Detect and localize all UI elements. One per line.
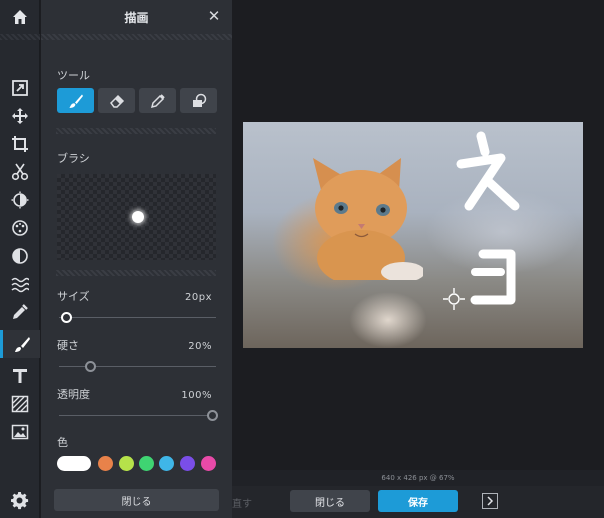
brush-label: ブラシ: [57, 152, 90, 165]
close-icon: ✕: [207, 7, 221, 25]
brush-strokes: [456, 131, 520, 305]
hardness-value: 20%: [188, 341, 212, 352]
pen-icon: [150, 93, 165, 108]
crop-tool[interactable]: [0, 130, 40, 158]
filter-icon: [12, 220, 28, 236]
brush-tool[interactable]: [0, 330, 40, 358]
dropper-icon: [13, 304, 28, 319]
hardness-slider-knob[interactable]: [84, 361, 96, 372]
section-divider: [56, 128, 216, 134]
cut-icon: [11, 163, 29, 181]
redo-button[interactable]: 直す: [232, 495, 252, 510]
close-button[interactable]: 閉じる: [290, 490, 370, 512]
hardness-label: 硬さ: [57, 339, 79, 352]
status-bar: 640 x 426 px @ 67%: [232, 470, 604, 486]
export-tool[interactable]: [0, 74, 40, 102]
gear-icon: [11, 492, 29, 510]
rail-divider: [0, 34, 40, 40]
move-tool[interactable]: [0, 102, 40, 130]
toggle-panel-button[interactable]: [482, 493, 498, 509]
size-slider-track[interactable]: [59, 317, 216, 318]
pen-button[interactable]: [139, 88, 176, 113]
panel-title: 描画: [124, 10, 149, 25]
settings-button[interactable]: [0, 484, 40, 518]
color-swatch[interactable]: [119, 456, 134, 471]
adjust-icon: [11, 191, 29, 209]
opacity-value: 100%: [181, 390, 212, 401]
panel-close-button[interactable]: ✕: [206, 7, 222, 25]
text-tool[interactable]: [0, 362, 40, 390]
brush-icon: [69, 94, 83, 108]
opacity-slider-track[interactable]: [59, 415, 216, 416]
image-dimensions: 640 x 426 px @ 67%: [381, 474, 455, 482]
texture-tool[interactable]: [0, 390, 40, 418]
move-icon: [12, 108, 28, 124]
panel-divider: [41, 34, 232, 40]
home-button[interactable]: [0, 0, 40, 34]
wave-icon: [11, 277, 29, 293]
cut-tool[interactable]: [0, 158, 40, 186]
brush-preview-dot: [132, 211, 144, 223]
kitten-photo[interactable]: ネコ: [243, 122, 583, 348]
filter-tool[interactable]: [0, 214, 40, 242]
image-icon: [11, 424, 29, 440]
save-button[interactable]: 保存: [378, 490, 458, 512]
photo-editor: 描画 ✕ ツール ブラシ サイズ 20px 硬さ 20% 透明度 100% 色 …: [0, 0, 604, 518]
dropper-tool[interactable]: [0, 298, 40, 326]
crosshair-cursor-icon: [443, 288, 465, 310]
hardness-slider-track[interactable]: [59, 366, 216, 367]
size-value: 20px: [185, 292, 212, 303]
texture-icon: [11, 395, 29, 413]
canvas-area: ネコ: [232, 0, 604, 470]
tools-label: ツール: [57, 69, 90, 82]
vignette-icon: [12, 248, 28, 264]
text-icon: [13, 369, 27, 383]
shape-icon: [192, 93, 206, 107]
export-icon: [12, 80, 28, 96]
size-label: サイズ: [57, 290, 90, 303]
chevron-right-icon: [487, 496, 494, 506]
adjust-tool[interactable]: [0, 186, 40, 214]
color-swatch[interactable]: [57, 456, 91, 471]
color-swatch[interactable]: [159, 456, 174, 471]
brush-button[interactable]: [57, 88, 94, 113]
crop-icon: [12, 136, 28, 152]
size-slider-knob[interactable]: [61, 312, 73, 323]
color-label: 色: [57, 436, 68, 449]
opacity-slider-knob[interactable]: [206, 410, 218, 421]
wave-tool[interactable]: [0, 270, 40, 298]
home-icon: [13, 10, 27, 24]
section-divider: [56, 270, 216, 276]
brush-icon: [14, 337, 30, 352]
eraser-button[interactable]: [98, 88, 135, 113]
opacity-label: 透明度: [57, 388, 90, 401]
color-swatch[interactable]: [201, 456, 216, 471]
color-swatch[interactable]: [180, 456, 195, 471]
image-tool[interactable]: [0, 418, 40, 446]
eraser-icon: [109, 94, 124, 108]
tool-rail: [0, 0, 40, 518]
color-swatch[interactable]: [139, 456, 154, 471]
panel-close-footer-button[interactable]: 閉じる: [54, 489, 219, 511]
color-swatch[interactable]: [98, 456, 113, 471]
shape-button[interactable]: [180, 88, 217, 113]
draw-panel: 描画 ✕ ツール ブラシ サイズ 20px 硬さ 20% 透明度 100% 色 …: [41, 0, 232, 518]
vignette-tool[interactable]: [0, 242, 40, 270]
bottom-bar: 直す 閉じる 保存: [232, 486, 604, 518]
brush-preview: [57, 174, 216, 260]
